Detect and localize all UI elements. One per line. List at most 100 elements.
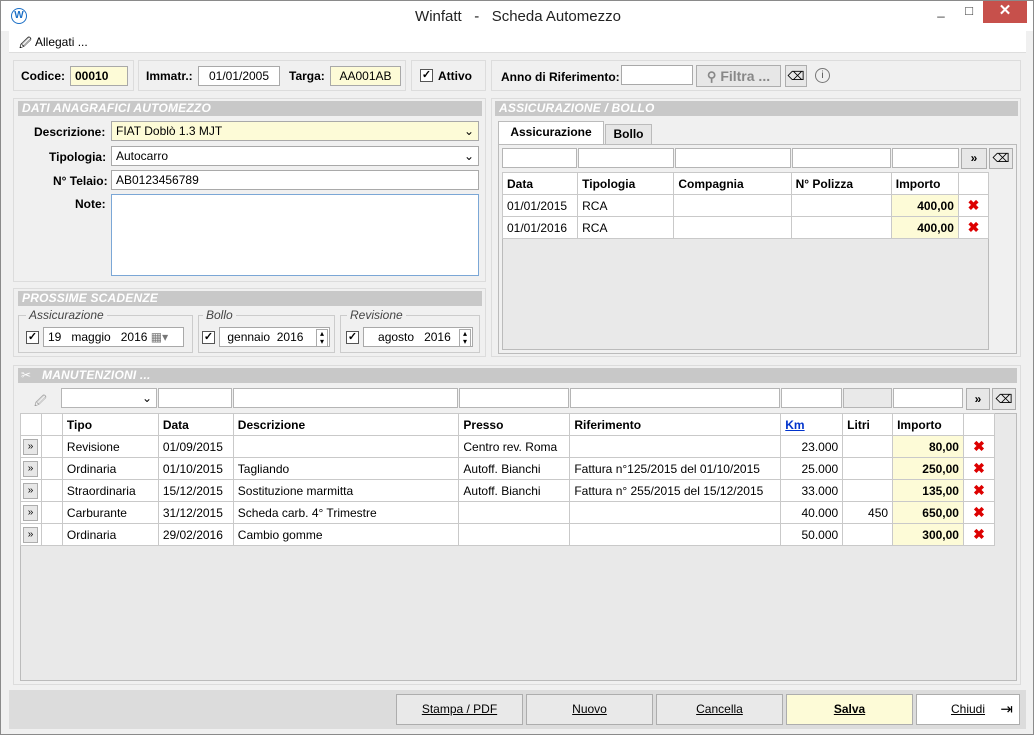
plate-field[interactable]: AA001AB xyxy=(330,66,401,86)
delete-icon[interactable]: ✖ xyxy=(957,216,990,239)
filter-amount-field[interactable] xyxy=(893,388,963,408)
expand-row-button[interactable]: » xyxy=(23,526,38,543)
eraser-icon[interactable]: ⌫ xyxy=(989,148,1013,169)
cell-description[interactable]: Cambio gomme xyxy=(232,523,460,546)
delete-icon[interactable]: ✖ xyxy=(962,501,996,524)
cell-liters[interactable] xyxy=(842,479,894,502)
cell-amount[interactable]: 250,00 xyxy=(892,457,964,480)
cell-policy[interactable] xyxy=(790,194,892,217)
cell-date[interactable]: 01/10/2015 xyxy=(157,457,234,480)
column-header-presso[interactable]: Presso xyxy=(458,413,571,436)
delete-icon[interactable]: ✖ xyxy=(962,523,996,546)
filter-type-select[interactable]: ⌄ xyxy=(61,388,157,408)
cell-presso[interactable]: Autoff. Bianchi xyxy=(458,479,571,502)
column-header-polizza[interactable]: N° Polizza xyxy=(790,172,892,195)
cell-presso[interactable] xyxy=(458,501,571,524)
description-field[interactable]: FIAT Doblò 1.3 MJT ⌄ xyxy=(111,121,479,141)
cell-reference[interactable] xyxy=(569,523,782,546)
cell-description[interactable]: Tagliando xyxy=(232,457,460,480)
close-button[interactable]: Chiudi ⇥ xyxy=(916,694,1020,725)
tax-deadline-checkbox[interactable]: ✓ xyxy=(202,331,215,344)
cell-km[interactable]: 23.000 xyxy=(780,435,844,458)
spinner-icon[interactable]: ▴ ▾ xyxy=(459,329,471,346)
filter-presso-field[interactable] xyxy=(459,388,569,408)
cell-presso[interactable]: Autoff. Bianchi xyxy=(458,457,571,480)
filter-policy-field[interactable] xyxy=(792,148,891,168)
column-header-tipo[interactable]: Tipo xyxy=(61,413,159,436)
cell-description[interactable]: Scheda carb. 4° Trimestre xyxy=(232,501,460,524)
filter-km-field[interactable] xyxy=(781,388,842,408)
cell-amount[interactable]: 650,00 xyxy=(892,501,964,524)
cell-liters[interactable]: 450 xyxy=(842,501,894,524)
table-row[interactable]: » Revisione 01/09/2015 Centro rev. Roma … xyxy=(20,435,996,458)
table-row[interactable]: 01/01/2016 RCA 400,00 ✖ xyxy=(501,216,990,239)
column-header-descrizione[interactable]: Descrizione xyxy=(232,413,460,436)
cell-amount[interactable]: 400,00 xyxy=(890,194,959,217)
revision-month-picker[interactable]: agosto 2016 ▴ ▾ xyxy=(363,327,473,347)
paperclip-icon[interactable]: 🖉 xyxy=(34,392,47,413)
print-pdf-button[interactable]: Stampa / PDF xyxy=(396,694,523,725)
code-field[interactable]: 00010 xyxy=(70,66,128,86)
table-row[interactable]: » Carburante 31/12/2015 Scheda carb. 4° … xyxy=(20,501,996,524)
cell-reference[interactable] xyxy=(569,435,782,458)
cell-km[interactable]: 50.000 xyxy=(780,523,844,546)
cell-type[interactable]: Ordinaria xyxy=(61,457,159,480)
filter-company-field[interactable] xyxy=(675,148,791,168)
cell-date[interactable]: 01/01/2016 xyxy=(501,216,579,239)
tab-assicurazione[interactable]: Assicurazione xyxy=(498,121,604,145)
minimize-button[interactable]: _ xyxy=(927,1,955,23)
cell-company[interactable] xyxy=(673,216,792,239)
cell-liters[interactable] xyxy=(842,435,894,458)
cell-date[interactable]: 29/02/2016 xyxy=(157,523,234,546)
type-select[interactable]: Autocarro ⌄ xyxy=(111,146,479,166)
expand-row-button[interactable]: » xyxy=(23,482,38,499)
table-row[interactable]: » Ordinaria 01/10/2015 Tagliando Autoff.… xyxy=(20,457,996,480)
column-header-litri[interactable]: Litri xyxy=(842,413,894,436)
new-button[interactable]: Nuovo xyxy=(526,694,653,725)
info-icon[interactable]: i xyxy=(815,68,830,83)
save-button[interactable]: Salva xyxy=(786,694,913,725)
table-row[interactable]: » Ordinaria 29/02/2016 Cambio gomme 50.0… xyxy=(20,523,996,546)
column-header-tipologia[interactable]: Tipologia xyxy=(577,172,675,195)
cell-description[interactable]: Sostituzione marmitta xyxy=(232,479,460,502)
cell-km[interactable]: 33.000 xyxy=(780,479,844,502)
cell-policy[interactable] xyxy=(790,216,892,239)
cell-amount[interactable]: 300,00 xyxy=(892,523,964,546)
filter-date-field[interactable] xyxy=(158,388,232,408)
column-header-importo[interactable]: Importo xyxy=(892,413,964,436)
spinner-icon[interactable]: ▴ ▾ xyxy=(316,329,328,346)
tax-month-picker[interactable]: gennaio 2016 ▴ ▾ xyxy=(219,327,330,347)
cell-type[interactable]: RCA xyxy=(577,194,675,217)
delete-button[interactable]: Cancella xyxy=(656,694,783,725)
tab-bollo[interactable]: Bollo xyxy=(605,124,652,144)
cell-amount[interactable]: 135,00 xyxy=(892,479,964,502)
cell-km[interactable]: 40.000 xyxy=(780,501,844,524)
close-window-button[interactable]: ✕ xyxy=(983,1,1027,23)
cell-date[interactable]: 15/12/2015 xyxy=(157,479,234,502)
expand-row-button[interactable]: » xyxy=(23,438,38,455)
attachments-menu[interactable]: Allegati ... xyxy=(35,35,88,49)
filter-reference-field[interactable] xyxy=(570,388,780,408)
cell-type[interactable]: Carburante xyxy=(61,501,159,524)
cell-liters[interactable] xyxy=(842,457,894,480)
active-checkbox[interactable]: ✓ xyxy=(420,69,433,82)
cell-date[interactable]: 01/09/2015 xyxy=(157,435,234,458)
cell-presso[interactable]: Centro rev. Roma xyxy=(458,435,571,458)
cell-amount[interactable]: 400,00 xyxy=(890,216,959,239)
cell-type[interactable]: Straordinaria xyxy=(61,479,159,502)
delete-icon[interactable]: ✖ xyxy=(957,194,990,217)
column-header-data[interactable]: Data xyxy=(501,172,579,195)
cell-date[interactable]: 01/01/2015 xyxy=(501,194,579,217)
notes-textarea[interactable] xyxy=(111,194,479,276)
insurance-deadline-checkbox[interactable]: ✓ xyxy=(26,331,39,344)
expand-row-button[interactable]: » xyxy=(23,504,38,521)
chassis-field[interactable]: AB0123456789 xyxy=(111,170,479,190)
cell-liters[interactable] xyxy=(842,523,894,546)
cell-description[interactable] xyxy=(232,435,460,458)
column-header-compagnia[interactable]: Compagnia xyxy=(673,172,792,195)
cell-reference[interactable]: Fattura n° 255/2015 del 15/12/2015 xyxy=(569,479,782,502)
filter-amount-field[interactable] xyxy=(892,148,959,168)
year-field[interactable] xyxy=(621,65,693,85)
cell-km[interactable]: 25.000 xyxy=(780,457,844,480)
expand-row-button[interactable]: » xyxy=(23,460,38,477)
